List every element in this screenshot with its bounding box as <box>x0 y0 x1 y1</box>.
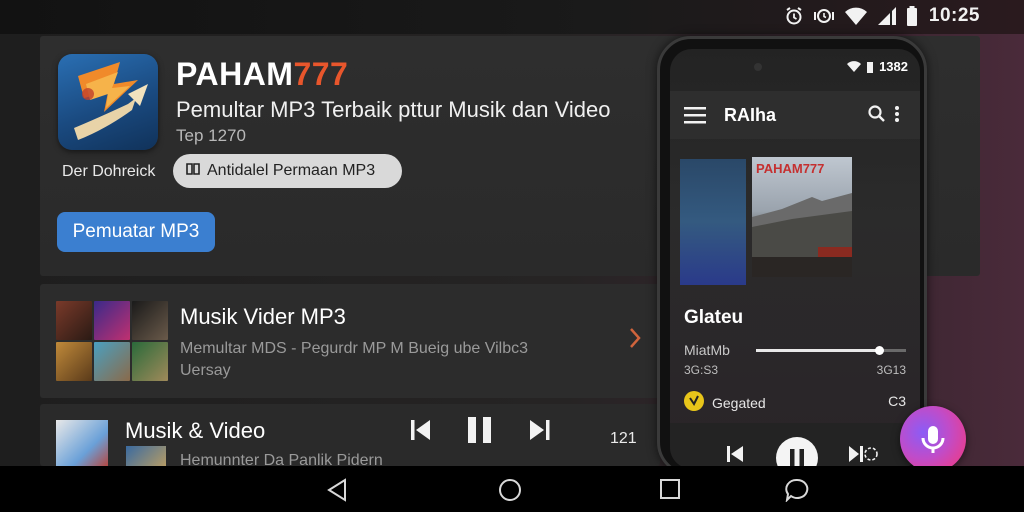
phone-app-bar: RAIha <box>670 91 920 139</box>
phone-next-icon[interactable] <box>848 445 878 468</box>
list-item-desc-2: Uersay <box>180 362 231 379</box>
battery-icon <box>906 6 918 26</box>
album-thumbnail <box>56 420 108 466</box>
album-thumbnail-small <box>126 446 166 466</box>
category-chip-label: Antidalel Permaan MP3 <box>207 162 376 179</box>
phone-song-title: Glateu <box>684 307 744 328</box>
output-device-label: Gegated <box>712 394 766 411</box>
recents-icon[interactable] <box>659 478 681 505</box>
phone-battery-icon <box>867 61 874 73</box>
chevron-right-icon <box>628 326 642 355</box>
time-total: 3G13 <box>876 363 906 377</box>
book-icon <box>185 161 201 182</box>
developer-link[interactable]: Der Dohreick <box>62 163 155 181</box>
microphone-icon <box>921 426 945 453</box>
output-device[interactable]: Gegated <box>684 391 766 414</box>
wifi-icon <box>844 6 868 26</box>
list-item-desc: Hemunnter Da Panlik Pidern <box>180 452 383 466</box>
previous-icon[interactable] <box>410 418 432 447</box>
alarm-icon <box>784 6 804 26</box>
navigation-bar <box>0 466 1024 512</box>
app-title: PAHAM777 <box>176 56 348 93</box>
list-item-title: Musik & Video <box>125 418 266 443</box>
search-icon[interactable] <box>868 105 886 128</box>
phone-app-title: RAIha <box>724 105 777 125</box>
pause-icon[interactable] <box>466 415 494 450</box>
signal-icon <box>877 6 897 26</box>
list-item[interactable]: Musik Vider MP3 Memultar MDS - Pegurdr M… <box>40 284 660 398</box>
status-time: 10:25 <box>928 5 980 26</box>
app-title-prefix: PAHAM <box>176 56 294 92</box>
mini-player-time: 121 <box>610 430 637 447</box>
progress-slider[interactable] <box>756 346 906 355</box>
phone-wifi-icon <box>847 60 862 72</box>
home-icon[interactable] <box>498 478 522 507</box>
next-icon[interactable] <box>528 418 552 447</box>
phone-mockup: 1382 RAIha PAHAM777 Glateu MiatMb 3G:S3 … <box>657 36 927 476</box>
assistant-icon[interactable] <box>784 478 810 507</box>
progress-fill <box>756 349 879 352</box>
primary-action-button[interactable]: Pemuatar MP3 <box>57 212 215 252</box>
phone-previous-icon[interactable] <box>726 445 744 468</box>
phone-status-bar: 1382 <box>847 59 908 74</box>
phone-screen: 1382 RAIha PAHAM777 Glateu MiatMb 3G:S3 … <box>670 49 920 469</box>
app-logo-icon <box>58 54 158 150</box>
back-icon[interactable] <box>326 478 348 507</box>
list-item[interactable]: Musik & Video Hemunnter Da Panlik Pidern <box>40 404 660 466</box>
list-item-title: Musik Vider MP3 <box>180 304 346 329</box>
album-art-label: PAHAM777 <box>756 161 825 176</box>
phone-artist: MiatMb <box>684 342 730 358</box>
status-bar: 10:25 <box>0 0 1024 34</box>
vibrate-icon <box>813 6 835 26</box>
phone-status-text: 1382 <box>879 59 908 74</box>
album-thumbnails <box>56 301 168 381</box>
podcast-fab-button[interactable] <box>900 406 966 472</box>
menu-icon[interactable] <box>684 106 706 129</box>
app-title-suffix: 777 <box>293 56 349 92</box>
time-elapsed: 3G:S3 <box>684 363 719 377</box>
more-vert-icon[interactable] <box>894 105 900 128</box>
mini-player-controls <box>410 415 552 450</box>
category-chip[interactable]: Antidalel Permaan MP3 <box>173 154 402 188</box>
album-art-secondary[interactable] <box>680 159 746 285</box>
app-meta: Tep 1270 <box>176 126 246 145</box>
progress-knob[interactable] <box>875 346 884 355</box>
album-art-main[interactable]: PAHAM777 <box>752 157 852 277</box>
speaker-icon <box>684 391 704 414</box>
phone-pause-button[interactable] <box>776 437 818 469</box>
front-camera <box>754 63 762 71</box>
list-item-desc: Memultar MDS - Pegurdr MP M Bueig ube Vi… <box>180 340 528 357</box>
app-subtitle: Pemultar MP3 Terbaik pttur Musik dan Vid… <box>176 97 611 122</box>
